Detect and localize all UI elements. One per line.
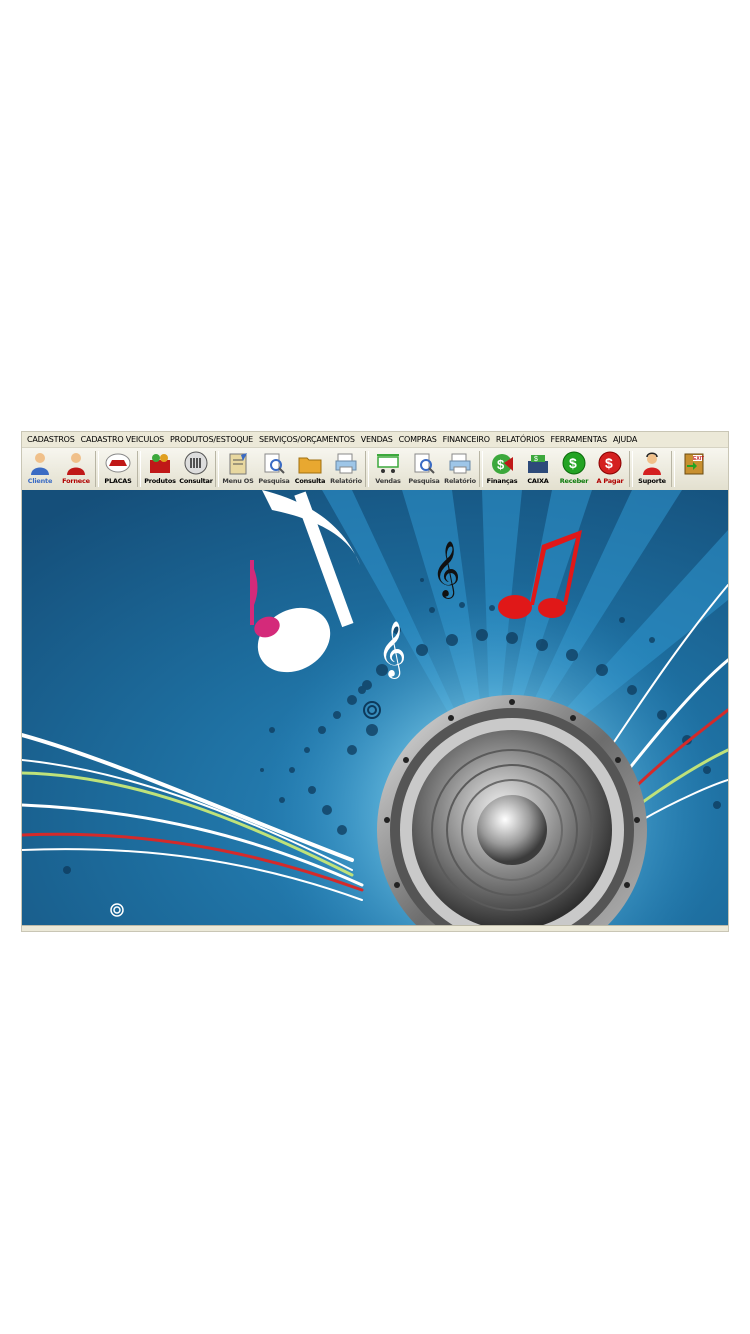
toolbar-separator [671,451,675,487]
person-icon [31,453,49,475]
toolbar-button-label: Consulta [294,477,326,485]
svg-text:EXIT: EXIT [693,456,704,462]
toolbar-button-vendas[interactable]: Vendas [370,448,406,490]
toolbar-button-label: Pesquisa [258,477,290,485]
svg-text:$: $ [605,455,613,471]
toolbar-button-fornece[interactable]: Fornece [58,448,94,490]
menu-item-ajuda[interactable]: AJUDA [610,432,640,447]
menu-item-produtos-estoque[interactable]: PRODUTOS/ESTOQUE [167,432,256,447]
toolbar-button-pesquisa[interactable]: Pesquisa [256,448,292,490]
menu-item-financeiro[interactable]: FINANCEIRO [440,432,493,447]
toolbar-button-a-pagar[interactable]: $ A Pagar [592,448,628,490]
exit-icon: EXIT [684,453,704,475]
toolbar-separator [629,451,633,487]
support-icon [643,452,661,475]
dollar-red-icon: $ [598,451,622,475]
toolbar-button-label: Produtos [144,477,176,485]
toolbar-button-label: A Pagar [596,477,624,485]
clipboard-icon [229,453,247,475]
toolbar-button-relatorio[interactable]: Relatório [328,448,364,490]
menu-item-servi-os-or-amentos[interactable]: SERVIÇOS/ORÇAMENTOS [256,432,358,447]
toolbar-button-label: PLACAS [104,477,132,485]
toolbar-button-placas[interactable]: PLACAS [100,448,136,490]
menu-item-cadastros[interactable]: CADASTROS [24,432,78,447]
magnifier-doc-icon [264,453,285,474]
desktop-wallpaper: 𝄞 𝄞 [22,490,728,926]
toolbar-button-label: Consultar [179,477,213,485]
supplier-icon [67,453,85,475]
toolbar-button-label: CAIXA [527,477,549,485]
toolbar-button-label: Cliente [27,477,53,485]
music-speaker-wallpaper: 𝄞 𝄞 [22,490,728,926]
menu-bar: CADASTROS CADASTRO VEICULOS PRODUTOS/ESTOQ… [22,432,728,448]
toolbar-button-relatorio[interactable]: Relatório [442,448,478,490]
toolbar-button-label: Vendas [375,477,401,485]
finance-icon: $ [492,454,513,474]
application-window: CADASTROS CADASTRO VEICULOS PRODUTOS/ESTOQ… [21,431,729,932]
menu-item-relat-rios[interactable]: RELATÓRIOS [493,432,548,447]
toolbar-button-caixa[interactable]: $ CAIXA [520,448,556,490]
svg-text:𝄞: 𝄞 [378,621,406,679]
toolbar-button-label: Suporte [638,477,666,485]
menu-item-ferramentas[interactable]: FERRAMENTAS [547,432,609,447]
toolbar-button-label: Relatório [330,477,362,485]
toolbar-button-produtos[interactable]: Produtos [142,448,178,490]
toolbar-button-menu-os[interactable]: Menu OS [220,448,256,490]
magnifier-doc-icon [414,453,435,474]
toolbar-button-cliente[interactable]: Cliente [22,448,58,490]
svg-text:$: $ [534,456,538,463]
toolbar-button-label: Menu OS [222,477,254,485]
svg-text:$: $ [497,457,505,472]
barcode-icon [184,451,208,475]
toolbar-separator [95,451,99,487]
toolbar-button-financas[interactable]: $ Finanças [484,448,520,490]
toolbar-button-pesquisa[interactable]: Pesquisa [406,448,442,490]
menu-item-vendas[interactable]: VENDAS [358,432,396,447]
toolbar-button-consultar[interactable]: Consultar [178,448,214,490]
car-icon [105,453,131,473]
status-bar [22,925,728,931]
toolbar-separator [215,451,219,487]
toolbar-separator [137,451,141,487]
menu-item-compras[interactable]: COMPRAS [396,432,440,447]
printer-icon [335,453,357,474]
toolbar-button-label: Receber [559,477,589,485]
folder-icon [298,457,322,474]
toolbar-button-consulta[interactable]: Consulta [292,448,328,490]
toolbar-button-label: Relatório [444,477,476,485]
toolbar-button-receber[interactable]: $ Receber [556,448,592,490]
dollar-green-icon: $ [562,451,586,475]
toolbar: Cliente Fornece PLACAS Produtos Consultar Men… [22,448,728,491]
cart-icon [377,454,399,473]
toolbar-separator [365,451,369,487]
toolbar-button-label: Pesquisa [408,477,440,485]
toolbar-button-label: Fornece [62,477,90,485]
svg-text:𝄞: 𝄞 [432,541,460,599]
printer-icon [449,453,471,474]
cash-register-icon: $ [528,455,548,473]
toolbar-button-suporte[interactable]: Suporte [634,448,670,490]
toolbar-button-exit[interactable]: EXIT [676,448,712,490]
svg-text:$: $ [569,455,577,471]
menu-item-cadastro-veiculos[interactable]: CADASTRO VEICULOS [78,432,167,447]
toolbar-button-label: Finanças [486,477,518,485]
products-box-icon [150,454,170,473]
toolbar-separator [479,451,483,487]
